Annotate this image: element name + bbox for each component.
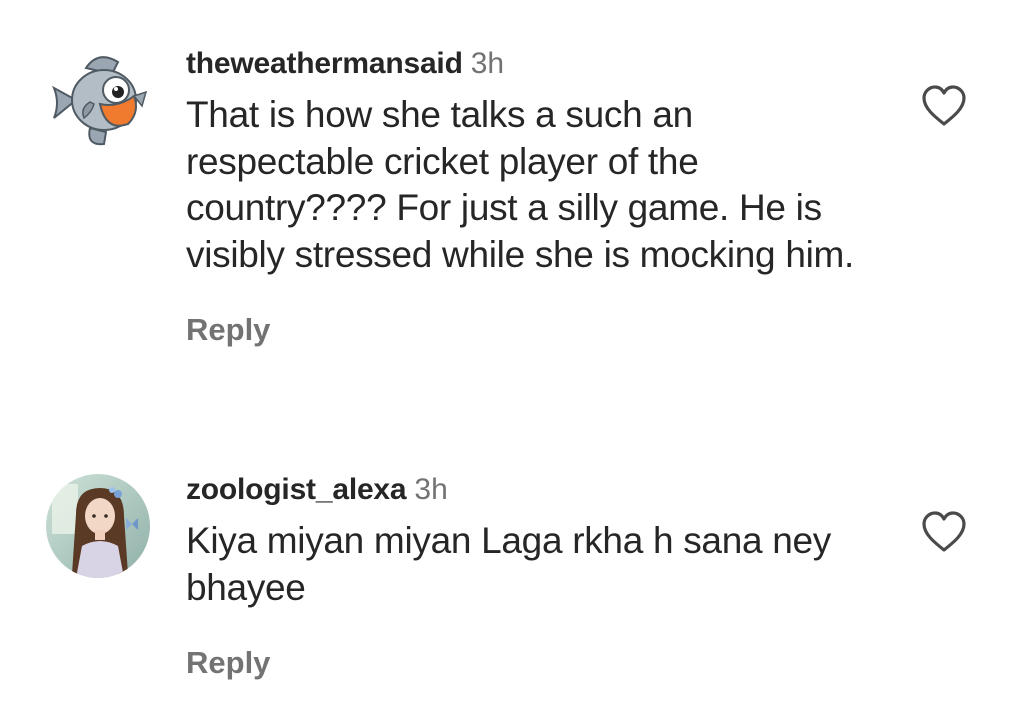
- comment-content: zoologist_alexa 3h Kiya miyan miyan Laga …: [186, 470, 886, 681]
- avatar[interactable]: [46, 474, 150, 578]
- comment-meta: theweathermansaid 3h: [186, 44, 886, 84]
- fish-avatar-icon: [46, 48, 150, 152]
- reply-button[interactable]: Reply: [186, 312, 270, 348]
- comment-content: theweathermansaid 3h That is how she talk…: [186, 44, 886, 348]
- comment-text: That is how she talks a such an respecta…: [186, 94, 855, 275]
- like-button[interactable]: [920, 84, 968, 128]
- username[interactable]: zoologist_alexa: [186, 473, 407, 506]
- timestamp: 3h: [470, 47, 505, 80]
- comment-meta: zoologist_alexa 3h: [186, 470, 886, 510]
- username[interactable]: theweathermansaid: [186, 47, 463, 80]
- like-button[interactable]: [920, 510, 968, 554]
- comment-text: Kiya miyan miyan Laga rkha h sana ney bh…: [186, 520, 831, 608]
- girl-portrait-avatar-icon: [46, 474, 150, 578]
- avatar[interactable]: [46, 48, 150, 152]
- timestamp: 3h: [414, 473, 448, 506]
- heart-outline-icon: [922, 511, 966, 552]
- heart-outline-icon: [922, 85, 966, 126]
- reply-button[interactable]: Reply: [186, 645, 270, 681]
